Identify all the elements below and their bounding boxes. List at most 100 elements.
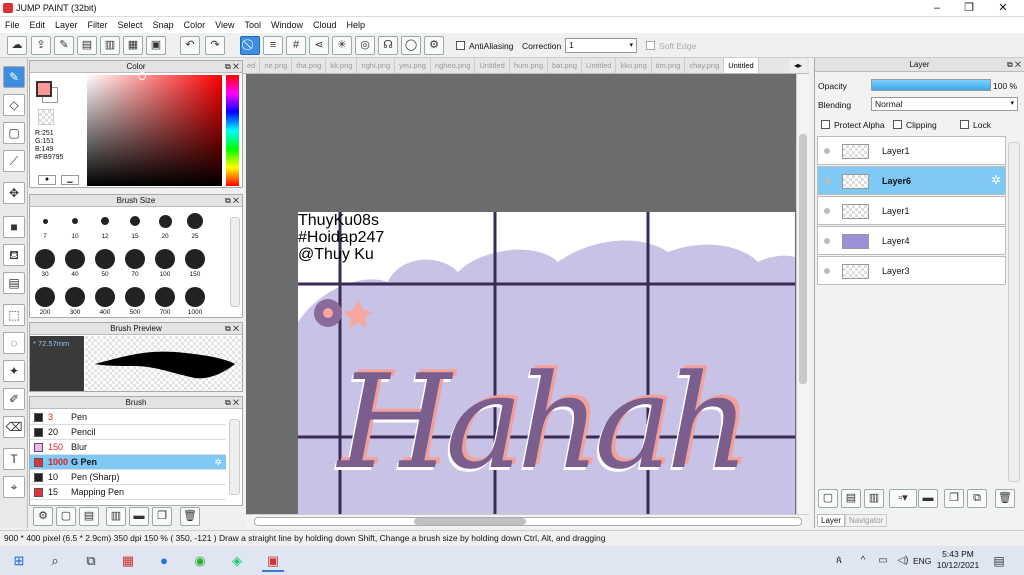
copy-layer-icon[interactable]: ▥ xyxy=(864,489,884,508)
minimize-button[interactable]: – xyxy=(922,1,952,15)
layer-scrollbar[interactable] xyxy=(1008,142,1020,482)
clipping-checkbox[interactable] xyxy=(893,120,902,129)
gear-icon[interactable]: ✲ xyxy=(214,455,222,470)
people-icon[interactable]: ጰ xyxy=(828,550,850,572)
pages-icon[interactable]: ▦ xyxy=(123,36,143,55)
document-tab[interactable]: kko.png xyxy=(616,58,652,73)
brush-size-dot[interactable] xyxy=(72,218,78,224)
brush-size-dot[interactable] xyxy=(65,287,85,307)
tab-navigator[interactable]: Navigator xyxy=(845,514,888,527)
horizontal-scrollbar[interactable] xyxy=(246,514,809,528)
brush-size-dot[interactable] xyxy=(155,249,175,269)
snap-parallel-icon[interactable]: ≡ xyxy=(263,36,283,55)
page-icon[interactable]: ▥ xyxy=(100,36,120,55)
volume-icon[interactable]: ◁) xyxy=(892,550,914,572)
brush-folder-icon[interactable]: ▬ xyxy=(129,507,149,526)
panel-close-icon[interactable]: ⧉ ✕ xyxy=(225,61,239,73)
snap-curve-icon[interactable]: ☊ xyxy=(378,36,398,55)
document-tab[interactable]: ed xyxy=(243,58,261,73)
brush-item[interactable]: 3 Pen xyxy=(30,410,226,425)
brush-size-dot[interactable] xyxy=(155,287,175,307)
move-tool-icon[interactable]: ✥ xyxy=(3,182,25,204)
bucket-tool-icon[interactable]: ⛾ xyxy=(3,244,25,266)
app-icon-3[interactable]: ◉ xyxy=(189,550,211,572)
color-mode-button[interactable]: ▁ xyxy=(61,175,79,185)
visibility-toggle[interactable] xyxy=(824,208,830,214)
menu-layer[interactable]: Layer xyxy=(50,17,83,33)
brush-item[interactable]: 10 Pen (Sharp) xyxy=(30,470,226,485)
snap-vanish-icon[interactable]: ⋖ xyxy=(309,36,329,55)
foreground-color-swatch[interactable] xyxy=(36,81,52,97)
layer-row[interactable]: Layer1 xyxy=(817,136,1006,165)
brush-size-dot[interactable] xyxy=(42,218,48,224)
layer-row[interactable]: Layer6 ✲ xyxy=(817,166,1006,195)
dropper-tool-icon[interactable]: ⌖ xyxy=(3,476,25,498)
notification-icon[interactable]: ▤ xyxy=(988,550,1010,572)
document-tab[interactable]: Untitled xyxy=(582,58,617,73)
snap-radial-icon[interactable]: ✳ xyxy=(332,36,352,55)
brush-size-dot[interactable] xyxy=(35,249,55,269)
comment-icon[interactable]: ✎ xyxy=(54,36,74,55)
gradient-tool-icon[interactable]: ▤ xyxy=(3,272,25,294)
document-tab[interactable]: ne.png xyxy=(260,58,293,73)
brush-size-dot[interactable] xyxy=(95,287,115,307)
document-tab[interactable]: ngheo.png xyxy=(431,58,476,73)
new-layer-icon[interactable]: ▢ xyxy=(818,489,838,508)
export-icon[interactable]: ⇪ xyxy=(31,36,51,55)
menu-snap[interactable]: Snap xyxy=(148,17,179,33)
document-tab[interactable]: tim.png xyxy=(652,58,686,73)
brush-duplicate-icon[interactable]: ❐ xyxy=(152,507,172,526)
text-tool-icon[interactable]: T xyxy=(3,448,25,470)
layer-row[interactable]: Layer3 xyxy=(817,256,1006,285)
brush-settings-icon[interactable]: ⚙ xyxy=(33,507,53,526)
document-tab[interactable]: Untitled xyxy=(475,58,510,73)
undo-icon[interactable]: ↶ xyxy=(180,36,200,55)
maximize-button[interactable]: ❐ xyxy=(954,1,984,15)
app-icon-1[interactable]: ▦ xyxy=(117,550,139,572)
brush-size-dot[interactable] xyxy=(125,249,145,269)
document-tab[interactable]: Untitled xyxy=(724,58,759,73)
chevron-up-icon[interactable]: ^ xyxy=(852,550,874,572)
cloud-icon[interactable]: ☁ xyxy=(7,36,27,55)
language-indicator[interactable]: ENG xyxy=(913,556,931,566)
document-tab[interactable]: tha.png xyxy=(292,58,327,73)
brush-size-dot[interactable] xyxy=(95,249,115,269)
layer-row[interactable]: Layer1 xyxy=(817,196,1006,225)
transparent-swatch[interactable] xyxy=(38,109,54,125)
select-rect-tool-icon[interactable]: ⬚ xyxy=(3,304,25,326)
menu-view[interactable]: View xyxy=(210,17,239,33)
close-button[interactable]: ✕ xyxy=(988,1,1018,15)
magic-wand-tool-icon[interactable]: ✦ xyxy=(3,360,25,382)
select-pen-tool-icon[interactable]: ✐ xyxy=(3,388,25,410)
task-view-icon[interactable]: ⧉ xyxy=(80,550,102,572)
app-icon-4[interactable]: ◈ xyxy=(226,550,248,572)
brush-delete-icon[interactable]: 🗑 xyxy=(180,507,200,526)
new-brush-icon[interactable]: ▢ xyxy=(56,507,76,526)
merge-layer-icon[interactable]: ⧉ xyxy=(967,489,987,508)
antialias-checkbox[interactable] xyxy=(456,41,465,50)
saturation-value-picker[interactable] xyxy=(87,75,222,186)
vertical-scrollbar[interactable] xyxy=(796,74,809,514)
snap-ellipse-icon[interactable]: ◯ xyxy=(401,36,421,55)
document-tab[interactable]: chay.png xyxy=(685,58,725,73)
brush-item[interactable]: 150 Blur xyxy=(30,440,226,455)
visibility-toggle[interactable] xyxy=(824,148,830,154)
document-tab[interactable]: bat.png xyxy=(548,58,583,73)
document-tab[interactable]: kk.png xyxy=(326,58,358,73)
brush-size-dot[interactable] xyxy=(187,213,203,229)
snap-settings-icon[interactable]: ⚙ xyxy=(424,36,444,55)
menu-select[interactable]: Select xyxy=(113,17,148,33)
panel-close-icon[interactable]: ⧉ ✕ xyxy=(1007,58,1021,72)
visibility-toggle[interactable] xyxy=(824,238,830,244)
snap-cross-icon[interactable]: # xyxy=(286,36,306,55)
document-tab[interactable]: nghi.png xyxy=(357,58,396,73)
blending-select[interactable]: Normal ▾ xyxy=(871,97,1018,111)
lasso-tool-icon[interactable]: ◌ xyxy=(3,332,25,354)
panel-close-icon[interactable]: ⧉ ✕ xyxy=(225,397,239,409)
gear-icon[interactable]: ✲ xyxy=(991,173,1001,187)
lock-checkbox[interactable] xyxy=(960,120,969,129)
battery-icon[interactable]: ▭ xyxy=(872,550,894,572)
brush-size-dot[interactable] xyxy=(35,287,55,307)
delete-layer-icon[interactable]: 🗑 xyxy=(995,489,1015,508)
pen-tool-icon[interactable]: ✎ xyxy=(3,66,25,88)
